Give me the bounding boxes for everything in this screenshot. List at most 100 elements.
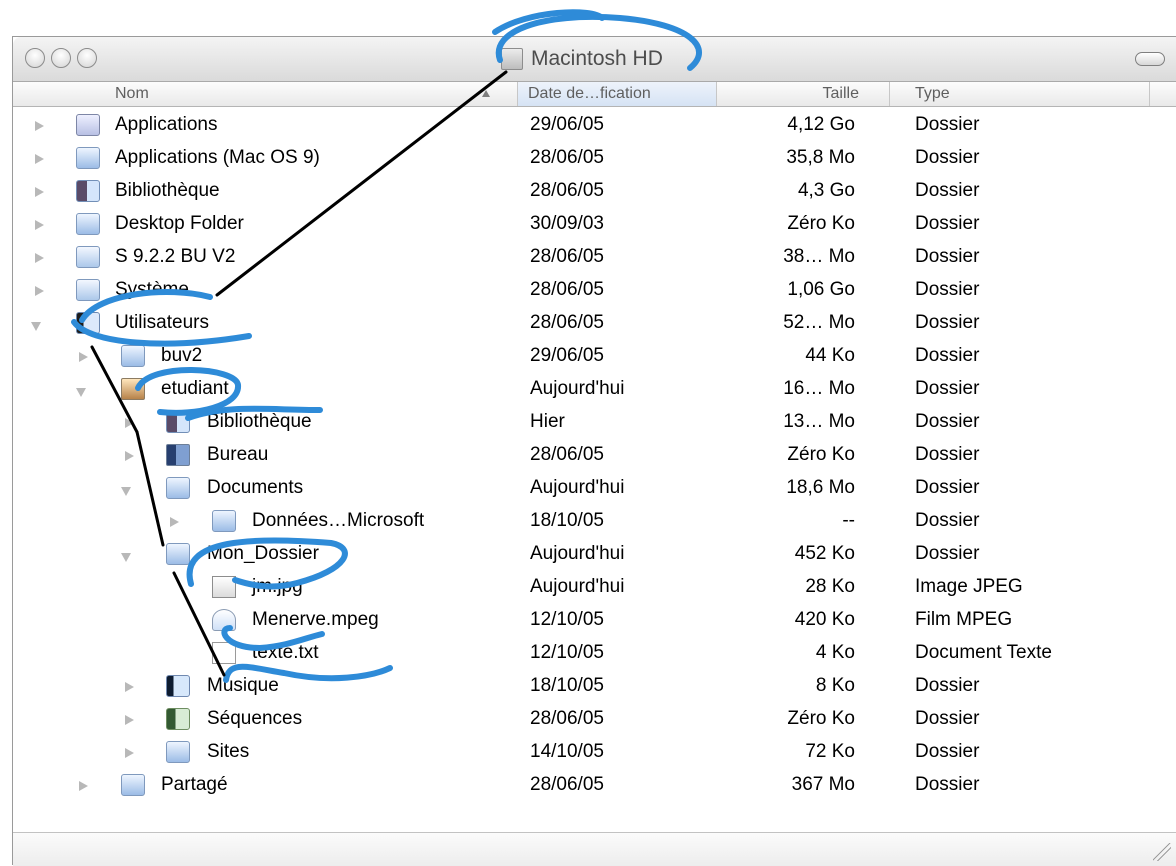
- sort-ascending-icon: [482, 90, 490, 97]
- row-type: Dossier: [915, 246, 980, 267]
- row-size: Zéro Ko: [787, 213, 855, 234]
- row-date: 28/06/05: [530, 279, 604, 300]
- disclosure-triangle-right-icon[interactable]: [35, 220, 44, 230]
- minimize-window-button[interactable]: [51, 48, 71, 68]
- disclosure-triangle-right-icon[interactable]: [35, 154, 44, 164]
- desktop-folder-icon: [166, 444, 190, 466]
- row-name: Desktop Folder: [115, 213, 244, 234]
- disclosure-triangle-right-icon[interactable]: [79, 352, 88, 362]
- table-row[interactable]: texte.txt 12/10/05 4 Ko Document Texte: [13, 638, 1176, 671]
- row-date: 28/06/05: [530, 708, 604, 729]
- row-name: Menerve.mpeg: [252, 609, 379, 630]
- row-date: Aujourd'hui: [530, 378, 625, 399]
- row-type: Dossier: [915, 675, 980, 696]
- sites-folder-icon: [166, 741, 190, 763]
- disclosure-triangle-down-icon[interactable]: [121, 487, 131, 496]
- table-row[interactable]: Applications (Mac OS 9) 28/06/05 35,8 Mo…: [13, 143, 1176, 176]
- table-row[interactable]: Menerve.mpeg 12/10/05 420 Ko Film MPEG: [13, 605, 1176, 638]
- row-name: Bibliothèque: [115, 180, 220, 201]
- table-row[interactable]: Séquences 28/06/05 Zéro Ko Dossier: [13, 704, 1176, 737]
- disclosure-triangle-right-icon[interactable]: [125, 715, 134, 725]
- row-size: 4,3 Go: [797, 180, 855, 201]
- row-name: Utilisateurs: [115, 312, 209, 333]
- row-size: 52… Mo: [783, 312, 855, 333]
- row-date: 28/06/05: [530, 147, 604, 168]
- table-row[interactable]: Applications 29/06/05 4,12 Go Dossier: [13, 110, 1176, 143]
- column-header-type[interactable]: Type: [890, 82, 1150, 106]
- row-date: 28/06/05: [530, 312, 604, 333]
- table-row[interactable]: Mon_Dossier Aujourd'hui 452 Ko Dossier: [13, 539, 1176, 572]
- table-row[interactable]: Bibliothèque 28/06/05 4,3 Go Dossier: [13, 176, 1176, 209]
- table-row[interactable]: Sites 14/10/05 72 Ko Dossier: [13, 737, 1176, 770]
- disclosure-triangle-right-icon[interactable]: [170, 517, 179, 527]
- table-row[interactable]: Bureau 28/06/05 Zéro Ko Dossier: [13, 440, 1176, 473]
- disclosure-triangle-right-icon[interactable]: [35, 286, 44, 296]
- table-row[interactable]: Bibliothèque Hier 13… Mo Dossier: [13, 407, 1176, 440]
- row-name: Bibliothèque: [207, 411, 312, 432]
- disclosure-triangle-right-icon[interactable]: [125, 451, 134, 461]
- hard-drive-icon: [501, 48, 523, 70]
- row-date: 18/10/05: [530, 510, 604, 531]
- table-row[interactable]: Musique 18/10/05 8 Ko Dossier: [13, 671, 1176, 704]
- row-date: 28/06/05: [530, 180, 604, 201]
- row-type: Dossier: [915, 411, 980, 432]
- disclosure-triangle-right-icon[interactable]: [79, 781, 88, 791]
- table-row[interactable]: Système 28/06/05 1,06 Go Dossier: [13, 275, 1176, 308]
- row-date: Aujourd'hui: [530, 543, 625, 564]
- mpeg-file-icon: [212, 609, 236, 631]
- row-size: 72 Ko: [805, 741, 855, 762]
- disclosure-triangle-down-icon[interactable]: [76, 388, 86, 397]
- disclosure-triangle-right-icon[interactable]: [35, 187, 44, 197]
- row-name: Applications (Mac OS 9): [115, 147, 320, 168]
- zoom-window-button[interactable]: [77, 48, 97, 68]
- table-row[interactable]: Données…Microsoft 18/10/05 -- Dossier: [13, 506, 1176, 539]
- finder-window: Macintosh HD Nom Date de…fication Taille…: [12, 36, 1176, 866]
- row-size: 38… Mo: [783, 246, 855, 267]
- library-folder-icon: [166, 411, 190, 433]
- table-row[interactable]: Desktop Folder 30/09/03 Zéro Ko Dossier: [13, 209, 1176, 242]
- row-type: Dossier: [915, 213, 980, 234]
- row-size: 13… Mo: [783, 411, 855, 432]
- annotation-circle: [492, 9, 605, 35]
- row-size: Zéro Ko: [787, 708, 855, 729]
- row-name: Bureau: [207, 444, 269, 465]
- disclosure-triangle-right-icon[interactable]: [35, 253, 44, 263]
- row-size: 35,8 Mo: [786, 147, 855, 168]
- disclosure-triangle-right-icon[interactable]: [125, 418, 134, 428]
- folder-icon: [76, 213, 100, 235]
- close-window-button[interactable]: [25, 48, 45, 68]
- row-type: Dossier: [915, 510, 980, 531]
- row-type: Dossier: [915, 543, 980, 564]
- table-row[interactable]: etudiant Aujourd'hui 16… Mo Dossier: [13, 374, 1176, 407]
- row-type: Dossier: [915, 708, 980, 729]
- row-name: Musique: [207, 675, 279, 696]
- resize-grip-icon[interactable]: [1153, 843, 1171, 861]
- row-size: 44 Ko: [805, 345, 855, 366]
- movies-folder-icon: [166, 708, 190, 730]
- row-type: Dossier: [915, 741, 980, 762]
- table-row[interactable]: jm.jpg Aujourd'hui 28 Ko Image JPEG: [13, 572, 1176, 605]
- disclosure-triangle-right-icon[interactable]: [125, 748, 134, 758]
- table-row[interactable]: Utilisateurs 28/06/05 52… Mo Dossier: [13, 308, 1176, 341]
- row-date: 14/10/05: [530, 741, 604, 762]
- row-size: 28 Ko: [805, 576, 855, 597]
- row-size: 16… Mo: [783, 378, 855, 399]
- column-header-name[interactable]: Nom: [13, 82, 518, 106]
- row-type: Dossier: [915, 114, 980, 135]
- disclosure-triangle-right-icon[interactable]: [125, 682, 134, 692]
- folder-icon: [212, 510, 236, 532]
- disclosure-triangle-right-icon[interactable]: [35, 121, 44, 131]
- table-row[interactable]: buv2 29/06/05 44 Ko Dossier: [13, 341, 1176, 374]
- column-header-date[interactable]: Date de…fication: [518, 82, 717, 106]
- home-folder-icon: [121, 378, 145, 400]
- table-row[interactable]: Documents Aujourd'hui 18,6 Mo Dossier: [13, 473, 1176, 506]
- row-type: Dossier: [915, 774, 980, 795]
- table-row[interactable]: Partagé 28/06/05 367 Mo Dossier: [13, 770, 1176, 803]
- toolbar-toggle-button[interactable]: [1135, 52, 1165, 66]
- disclosure-triangle-down-icon[interactable]: [121, 553, 131, 562]
- disclosure-triangle-down-icon[interactable]: [31, 322, 41, 331]
- row-size: 18,6 Mo: [786, 477, 855, 498]
- column-header-size[interactable]: Taille: [717, 82, 890, 106]
- table-row[interactable]: S 9.2.2 BU V2 28/06/05 38… Mo Dossier: [13, 242, 1176, 275]
- window-titlebar[interactable]: Macintosh HD: [13, 37, 1176, 82]
